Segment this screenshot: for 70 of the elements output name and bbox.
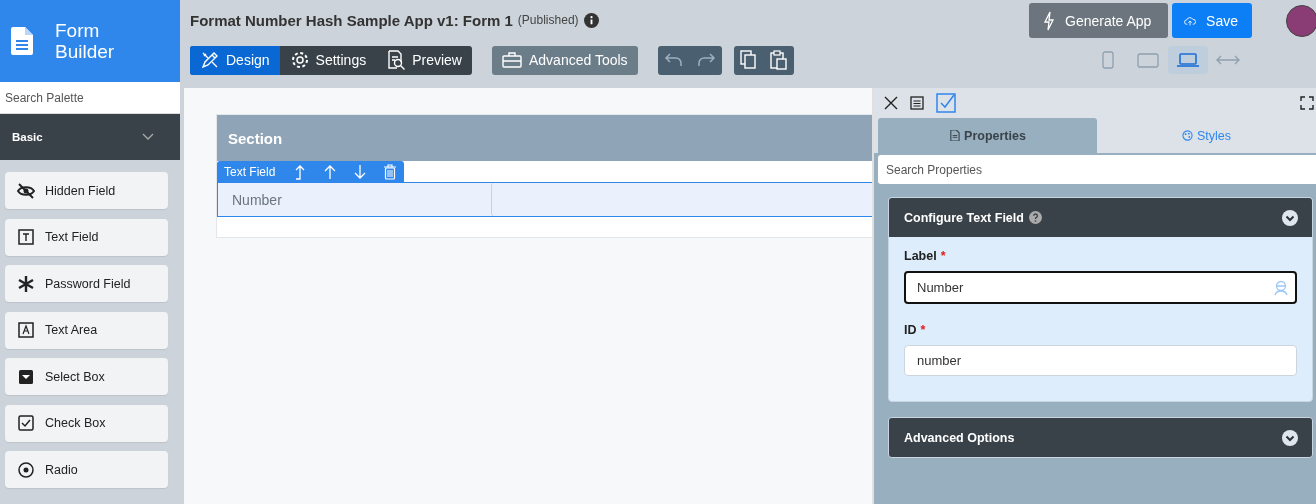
form-field-row[interactable]: Number — [217, 182, 872, 217]
form-title: Format Number Hash Sample App v1: Form 1 — [190, 11, 513, 29]
text-area-icon — [17, 321, 35, 339]
field-value: number — [917, 353, 962, 368]
asterisk-icon — [17, 274, 35, 293]
required-mark: * — [940, 249, 946, 263]
undo-icon — [663, 52, 684, 68]
required-mark: * — [920, 323, 926, 337]
field-label: Number — [231, 190, 283, 210]
close-icon[interactable] — [884, 96, 898, 110]
input-field[interactable]: Number — [904, 271, 1297, 304]
palette-item[interactable]: Check Box — [5, 404, 168, 442]
section-title: Section — [217, 115, 872, 161]
person-icon — [1274, 279, 1288, 296]
form-icon[interactable] — [910, 96, 924, 110]
search-field[interactable]: Search Properties — [878, 155, 1316, 184]
help-icon[interactable] — [1028, 211, 1042, 224]
mode-tab[interactable]: Preview — [376, 45, 472, 75]
palette-item[interactable]: Select Box — [5, 358, 168, 395]
paste-icon — [769, 50, 788, 70]
accordion-header[interactable]: Configure Text Field — [889, 198, 1312, 237]
checkbox-icon[interactable] — [936, 93, 956, 113]
generate-app-button[interactable]: Generate App — [1029, 3, 1168, 38]
pencil-ruler-icon — [200, 50, 220, 70]
palette-item[interactable]: Radio — [5, 451, 168, 488]
palette-item[interactable]: Text Area — [5, 311, 168, 349]
palette-item[interactable]: Hidden Field — [5, 172, 168, 209]
document-icon — [949, 130, 961, 141]
gear-icon — [289, 50, 310, 70]
app-name: Form Builder — [55, 20, 115, 62]
advanced-tools-button[interactable]: Advanced Tools — [492, 45, 638, 75]
mode-tab[interactable]: Design — [190, 45, 280, 75]
arrow-up-icon[interactable] — [323, 163, 338, 180]
accordion-title: Advanced Options — [904, 430, 1015, 445]
fullscreen-icon[interactable] — [1300, 96, 1314, 110]
chevron-icon — [1282, 209, 1298, 226]
save-button[interactable]: Save — [1172, 3, 1252, 38]
input-field[interactable]: number — [904, 345, 1297, 376]
laptop-icon[interactable] — [1168, 46, 1208, 74]
document-search-icon — [386, 50, 407, 70]
accordion-header[interactable]: Advanced Options — [889, 418, 1312, 457]
eye-slash-icon — [17, 181, 35, 200]
status-label: (Published) — [517, 13, 579, 27]
field-value: Number — [917, 280, 964, 295]
panel-tab[interactable]: Properties — [878, 118, 1097, 153]
arrow-down-icon[interactable] — [353, 163, 368, 180]
component-label: Text Field — [224, 164, 276, 179]
search-field[interactable]: Search Palette — [0, 82, 180, 114]
trash-icon[interactable] — [383, 163, 398, 180]
avatar[interactable] — [1286, 4, 1316, 37]
document-icon — [11, 27, 33, 55]
text-box-icon — [17, 228, 35, 246]
chevron-icon — [142, 133, 154, 141]
checkbox-icon — [17, 414, 35, 432]
info-icon[interactable] — [583, 12, 599, 28]
palette-icon — [1181, 130, 1193, 141]
chevron-icon — [1282, 429, 1298, 446]
field-label: Label — [904, 249, 937, 263]
radio-icon — [17, 460, 35, 479]
group-header[interactable]: Basic — [0, 114, 180, 160]
toolbox-icon — [502, 52, 522, 68]
lightning-icon — [1043, 10, 1055, 31]
copy-icon — [739, 50, 758, 70]
field-label: ID — [904, 323, 917, 337]
palette-item[interactable]: Text Field — [5, 218, 168, 256]
accordion-title: Configure Text Field — [904, 210, 1024, 225]
palette-item[interactable]: Password Field — [5, 265, 168, 302]
redo-icon — [695, 52, 716, 68]
mode-tab[interactable]: Settings — [279, 45, 377, 75]
dropdown-icon — [17, 367, 35, 386]
